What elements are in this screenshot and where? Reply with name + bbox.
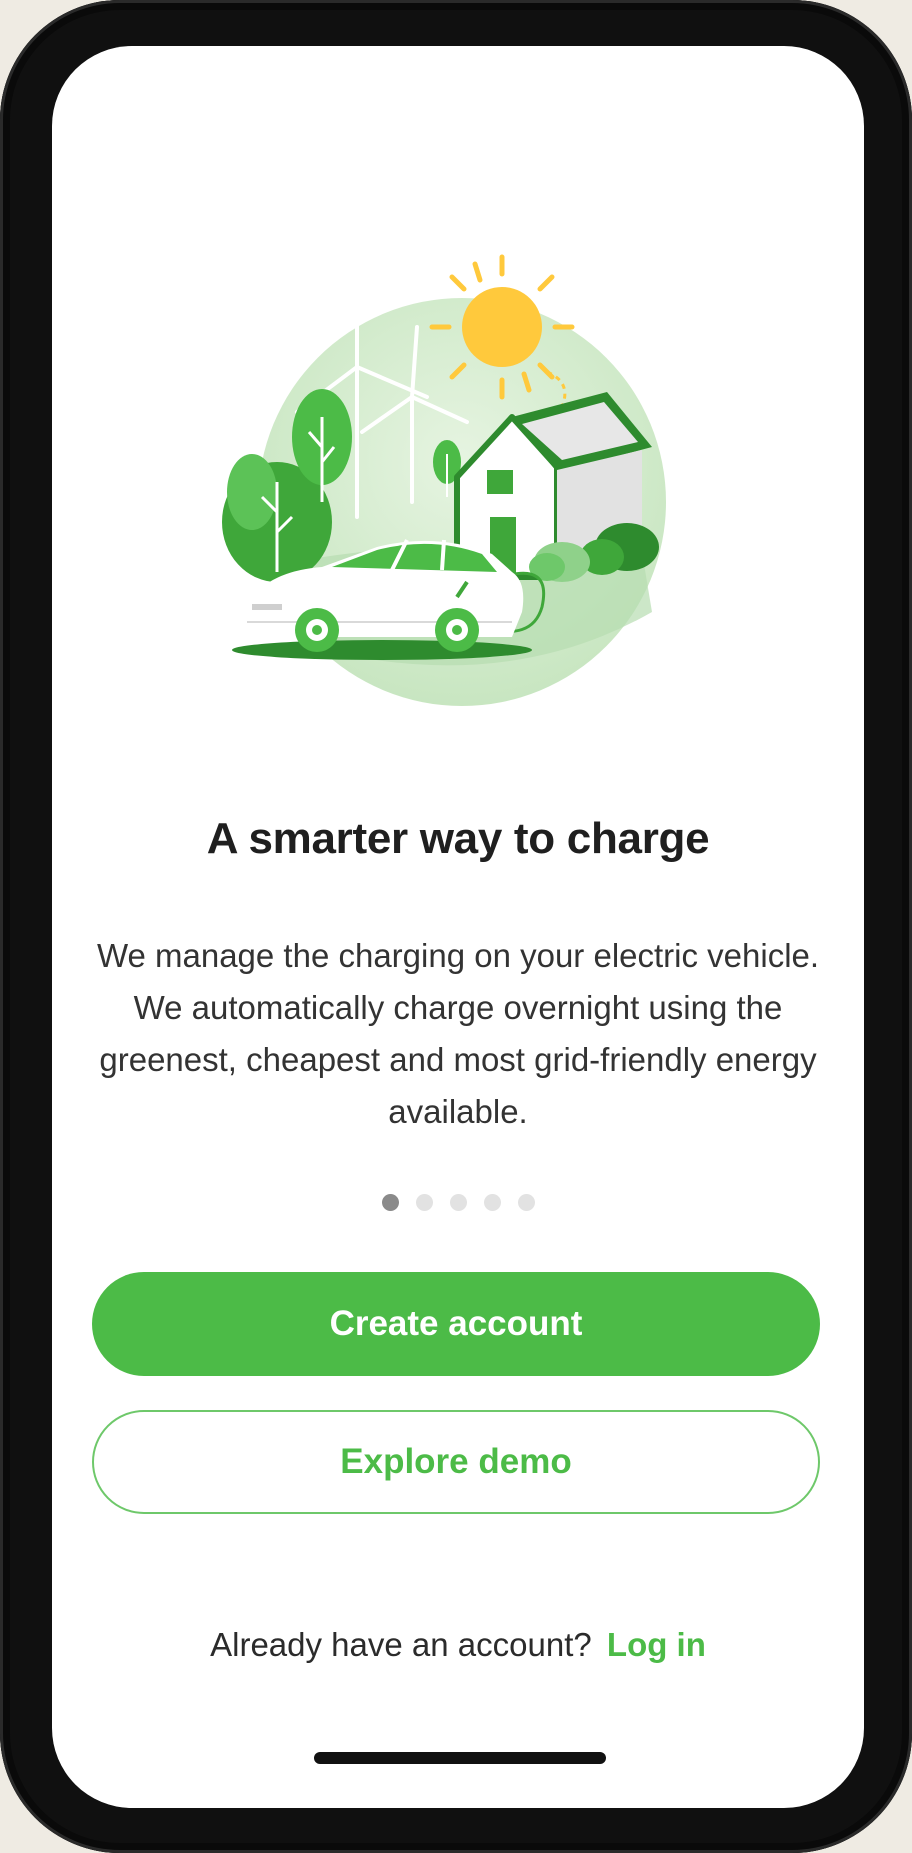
create-account-button[interactable]: Create account: [92, 1272, 820, 1376]
pagination-dot-2[interactable]: [415, 1194, 433, 1211]
ev-home-charging-illustration: [222, 254, 666, 706]
login-row: Already have an account? Log in: [52, 1626, 864, 1664]
pagination-dot-1[interactable]: [381, 1194, 399, 1211]
app-screen: A smarter way to charge We manage the ch…: [52, 46, 864, 1808]
pagination-dot-5[interactable]: [517, 1194, 535, 1211]
home-indicator[interactable]: [314, 1752, 606, 1764]
pagination-dots: [52, 1194, 864, 1211]
login-link[interactable]: Log in: [607, 1626, 706, 1663]
phone-frame: A smarter way to charge We manage the ch…: [0, 0, 912, 1853]
login-prompt: Already have an account?: [210, 1626, 592, 1663]
pagination-dot-4[interactable]: [483, 1194, 501, 1211]
explore-demo-button[interactable]: Explore demo: [92, 1410, 820, 1514]
page-title: A smarter way to charge: [206, 814, 710, 863]
pagination-dot-3[interactable]: [449, 1194, 467, 1211]
page-description: We manage the charging on your electric …: [96, 937, 820, 1130]
